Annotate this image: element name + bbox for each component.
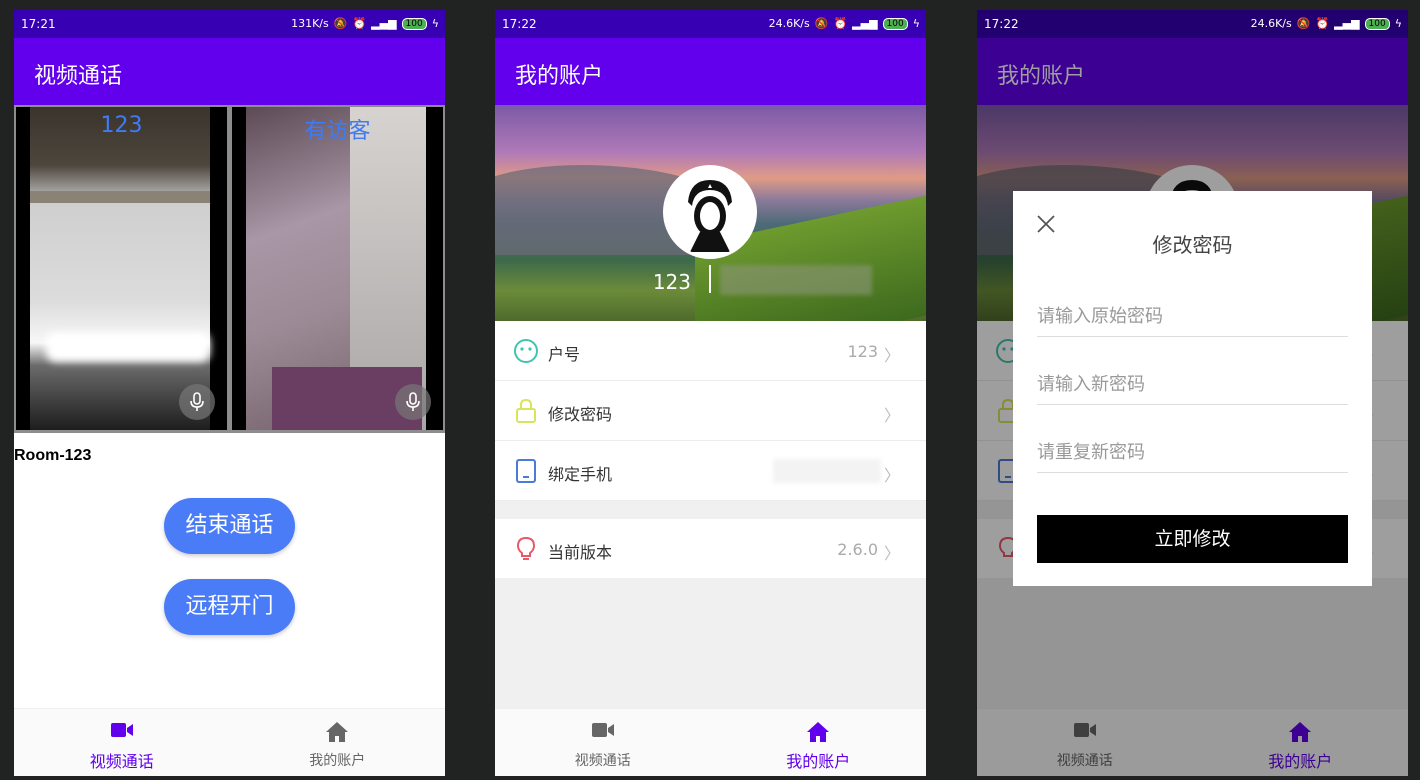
network-speed: 131K/s bbox=[291, 17, 329, 30]
row-label: 绑定手机 bbox=[548, 465, 613, 484]
microphone-icon[interactable] bbox=[395, 384, 431, 420]
mute-icon: 🔕 bbox=[1296, 17, 1311, 30]
row-label: 修改密码 bbox=[548, 405, 613, 424]
avatar[interactable] bbox=[663, 165, 757, 259]
bottom-nav: 视频通话 我的账户 bbox=[495, 708, 926, 776]
signal-icon: ▂▄▆ bbox=[371, 17, 397, 30]
mute-icon: 🔕 bbox=[814, 17, 829, 30]
video-tile-name: 有访客 bbox=[304, 119, 371, 144]
video-tile-name: 123 bbox=[100, 113, 143, 138]
nav-label: 视频通话 bbox=[574, 753, 631, 769]
alarm-icon: ⏰ bbox=[1315, 17, 1330, 30]
chevron-right-icon: 〉 bbox=[883, 406, 900, 425]
nav-tab-my-account[interactable]: 我的账户 bbox=[230, 709, 446, 776]
open-door-button[interactable]: 远程开门 bbox=[164, 579, 295, 635]
phone-my-account: 17:22 24.6K/s 🔕 ⏰ ▂▄▆ 100 ϟ 我的账户 123 户号 … bbox=[495, 10, 926, 776]
redacted-phone bbox=[773, 459, 881, 483]
home-icon bbox=[807, 722, 830, 742]
video-grid: 123 有访客 bbox=[14, 105, 445, 433]
status-bar: 17:21 131K/s 🔕 ⏰ ▂▄▆ 100 ϟ bbox=[14, 10, 445, 38]
repeat-password-field[interactable] bbox=[1037, 433, 1348, 473]
camera-feed-detail bbox=[30, 191, 210, 203]
network-speed: 24.6K/s bbox=[768, 17, 810, 30]
battery-icon: 100 bbox=[882, 17, 908, 30]
bottom-nav: 视频通话 我的账户 bbox=[14, 708, 445, 776]
status-time: 17:22 bbox=[502, 17, 537, 31]
empty-area bbox=[495, 578, 926, 708]
status-icons: 131K/s 🔕 ⏰ ▂▄▆ 100 ϟ bbox=[291, 17, 439, 30]
mute-icon: 🔕 bbox=[333, 17, 348, 30]
camera-feed bbox=[30, 107, 210, 430]
phone-icon bbox=[516, 459, 536, 483]
nav-tab-video-call[interactable]: 视频通话 bbox=[14, 709, 230, 776]
alarm-icon: ⏰ bbox=[833, 17, 848, 30]
end-call-button[interactable]: 结束通话 bbox=[164, 498, 295, 554]
section-gap bbox=[495, 501, 926, 519]
lock-icon bbox=[516, 398, 536, 423]
charging-icon: ϟ bbox=[912, 17, 920, 30]
change-password-dialog: 修改密码 立即修改 bbox=[1013, 191, 1372, 586]
page-title: 我的账户 bbox=[515, 64, 604, 89]
status-bar: 17:22 24.6K/s 🔕 ⏰ ▂▄▆ 100 ϟ bbox=[977, 10, 1408, 38]
face-icon bbox=[514, 339, 538, 363]
chevron-right-icon: 〉 bbox=[883, 346, 900, 365]
app-bar: 我的账户 bbox=[495, 38, 926, 105]
row-bind-phone[interactable]: 绑定手机 〉 bbox=[495, 441, 926, 501]
username: 123 bbox=[652, 270, 691, 294]
app-bar: 视频通话 bbox=[14, 38, 445, 105]
signal-icon: ▂▄▆ bbox=[852, 17, 878, 30]
camera-feed-light bbox=[46, 332, 210, 362]
alarm-icon: ⏰ bbox=[352, 17, 367, 30]
nav-label: 我的账户 bbox=[309, 753, 366, 769]
phone-video-call: 17:21 131K/s 🔕 ⏰ ▂▄▆ 100 ϟ 视频通话 123 有访客 bbox=[14, 10, 445, 776]
nav-label: 我的账户 bbox=[786, 752, 851, 771]
video-camera-icon bbox=[110, 723, 133, 737]
signal-icon: ▂▄▆ bbox=[1334, 17, 1360, 30]
profile-banner: 123 bbox=[495, 105, 926, 321]
nav-tab-my-account[interactable]: 我的账户 bbox=[711, 709, 927, 776]
nav-label: 视频通话 bbox=[89, 752, 154, 771]
battery-icon: 100 bbox=[401, 17, 427, 30]
old-password-field[interactable] bbox=[1037, 297, 1348, 337]
microphone-icon[interactable] bbox=[179, 384, 215, 420]
row-version[interactable]: 当前版本 2.6.0 〉 bbox=[495, 519, 926, 579]
chevron-right-icon: 〉 bbox=[883, 544, 900, 563]
room-label: Room-123 bbox=[14, 447, 92, 464]
network-speed: 24.6K/s bbox=[1250, 17, 1292, 30]
phone-change-password: 17:22 24.6K/s 🔕 ⏰ ▂▄▆ 100 ϟ 我的账户 〉 〉 〉 〉… bbox=[977, 10, 1408, 776]
row-label: 户号 bbox=[548, 345, 581, 364]
video-tile-local[interactable]: 123 bbox=[16, 107, 227, 430]
status-time: 17:22 bbox=[984, 17, 1019, 31]
status-icons: 24.6K/s 🔕 ⏰ ▂▄▆ 100 ϟ bbox=[769, 17, 920, 30]
redacted-info bbox=[720, 265, 872, 295]
video-camera-icon bbox=[591, 723, 614, 737]
divider bbox=[709, 265, 711, 293]
dialog-title: 修改密码 bbox=[1152, 233, 1233, 257]
new-password-field[interactable] bbox=[1037, 365, 1348, 405]
submit-button[interactable]: 立即修改 bbox=[1037, 515, 1348, 563]
row-change-password[interactable]: 修改密码 〉 bbox=[495, 381, 926, 441]
row-label: 当前版本 bbox=[548, 543, 613, 562]
nav-tab-video-call[interactable]: 视频通话 bbox=[495, 709, 711, 776]
charging-icon: ϟ bbox=[1394, 17, 1402, 30]
chevron-right-icon: 〉 bbox=[883, 466, 900, 485]
row-account-number[interactable]: 户号 123 〉 bbox=[495, 321, 926, 381]
home-icon bbox=[326, 722, 349, 742]
battery-icon: 100 bbox=[1364, 17, 1390, 30]
row-value: 2.6.0 bbox=[837, 540, 878, 559]
video-tile-visitor[interactable]: 有访客 bbox=[232, 107, 443, 430]
page-title: 视频通话 bbox=[34, 64, 123, 89]
charging-icon: ϟ bbox=[431, 17, 439, 30]
status-time: 17:21 bbox=[21, 17, 56, 31]
status-icons: 24.6K/s 🔕 ⏰ ▂▄▆ 100 ϟ bbox=[1251, 17, 1402, 30]
bulb-icon bbox=[516, 536, 536, 560]
account-list: 户号 123 〉 修改密码 〉 绑定手机 〉 当前版本 2.6.0 〉 bbox=[495, 321, 926, 579]
row-value: 123 bbox=[847, 342, 878, 361]
status-bar: 17:22 24.6K/s 🔕 ⏰ ▂▄▆ 100 ϟ bbox=[495, 10, 926, 38]
